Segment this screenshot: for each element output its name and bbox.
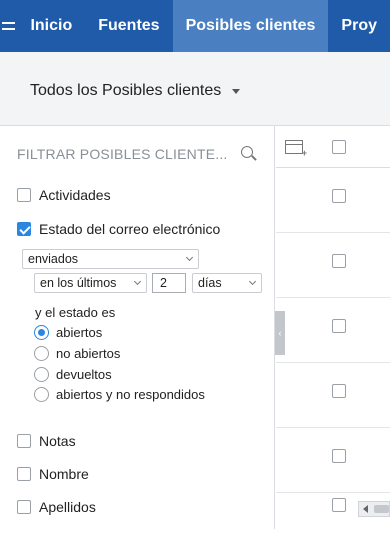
row-checkbox[interactable] xyxy=(332,189,346,203)
tab-fuentes[interactable]: Fuentes xyxy=(85,0,172,52)
filter-item-label: Estado del correo electrónico xyxy=(39,221,221,237)
top-nav: Inicio Fuentes Posibles clientes Proy xyxy=(0,0,390,52)
radio-label: abiertos xyxy=(56,325,103,340)
chevron-down-icon xyxy=(133,277,142,286)
radio-label: devueltos xyxy=(56,367,112,382)
view-dropdown-label: Todos los Posibles clientes xyxy=(30,82,222,99)
radio-abiertos[interactable]: abiertos xyxy=(34,325,102,340)
tab-posibles-clientes[interactable]: Posibles clientes xyxy=(172,0,329,52)
collapse-panel-handle[interactable]: ‹ xyxy=(275,311,285,355)
filter-item-nombre[interactable]: Nombre xyxy=(17,466,89,482)
row-checkbox[interactable] xyxy=(332,319,346,333)
checkbox[interactable] xyxy=(17,467,31,481)
filter-item-notas[interactable]: Notas xyxy=(17,433,76,449)
days-number-input[interactable]: 2 xyxy=(152,273,186,293)
column-settings-icon[interactable] xyxy=(285,140,307,158)
range-value: en los últimos xyxy=(40,276,117,290)
filter-item-apellidos[interactable]: Apellidos xyxy=(17,499,96,515)
filter-item-actividades[interactable]: Actividades xyxy=(17,187,111,203)
radio-abiertos-no-respondidos[interactable]: abiertos y no respondidos xyxy=(34,387,205,402)
table-row[interactable] xyxy=(276,298,390,363)
radio[interactable] xyxy=(34,346,49,361)
radio[interactable] xyxy=(34,367,49,382)
table-row[interactable] xyxy=(276,363,390,428)
radio[interactable] xyxy=(34,387,49,402)
row-checkbox[interactable] xyxy=(332,254,346,268)
select-all-checkbox[interactable] xyxy=(332,140,346,154)
tab-proyectos[interactable]: Proy xyxy=(328,0,390,52)
filter-item-label: Notas xyxy=(39,433,76,449)
filter-item-label: Actividades xyxy=(39,187,111,203)
table-row[interactable] xyxy=(276,168,390,233)
filter-title: FILTRAR POSIBLES CLIENTE... xyxy=(17,146,228,162)
chevron-left-icon: ‹ xyxy=(278,328,282,338)
scroll-thumb[interactable] xyxy=(374,505,389,513)
filter-item-label: Apellidos xyxy=(39,499,96,515)
radio-no-abiertos[interactable]: no abiertos xyxy=(34,346,120,361)
caret-down-icon xyxy=(232,88,241,94)
state-label: y el estado es xyxy=(35,305,116,320)
filter-item-estado-correo[interactable]: Estado del correo electrónico xyxy=(17,221,220,237)
unit-value: días xyxy=(198,276,222,290)
table-row[interactable] xyxy=(276,428,390,493)
days-number-value: 2 xyxy=(160,276,167,290)
horizontal-scrollbar[interactable] xyxy=(358,501,390,517)
email-status-select[interactable]: enviados xyxy=(22,249,199,269)
table-header xyxy=(276,126,390,168)
chevron-down-icon xyxy=(185,253,194,262)
checkbox[interactable] xyxy=(17,500,31,514)
row-checkbox[interactable] xyxy=(332,449,346,463)
search-icon[interactable] xyxy=(241,146,257,162)
unit-select[interactable]: días xyxy=(192,273,262,293)
radio-selected[interactable] xyxy=(34,325,49,340)
radio-label: no abiertos xyxy=(56,346,121,361)
tab-inicio[interactable]: Inicio xyxy=(17,0,85,52)
radio-label: abiertos y no respondidos xyxy=(56,387,205,402)
menu-icon[interactable] xyxy=(0,0,17,52)
range-select[interactable]: en los últimos xyxy=(34,273,147,293)
records-table xyxy=(276,126,390,529)
radio-devueltos[interactable]: devueltos xyxy=(34,367,112,382)
view-header: Todos los Posibles clientes xyxy=(0,52,390,126)
email-status-value: enviados xyxy=(28,252,79,266)
filter-header: FILTRAR POSIBLES CLIENTE... xyxy=(17,146,257,162)
row-checkbox[interactable] xyxy=(332,384,346,398)
table-row[interactable] xyxy=(276,233,390,298)
chevron-down-icon xyxy=(248,277,257,286)
checkbox[interactable] xyxy=(17,188,31,202)
checkbox[interactable] xyxy=(17,434,31,448)
view-dropdown[interactable]: Todos los Posibles clientes xyxy=(30,82,241,100)
checkbox-checked[interactable] xyxy=(17,222,31,236)
row-checkbox[interactable] xyxy=(332,498,346,512)
filter-item-label: Nombre xyxy=(39,466,89,482)
scroll-left-icon[interactable] xyxy=(363,505,368,513)
